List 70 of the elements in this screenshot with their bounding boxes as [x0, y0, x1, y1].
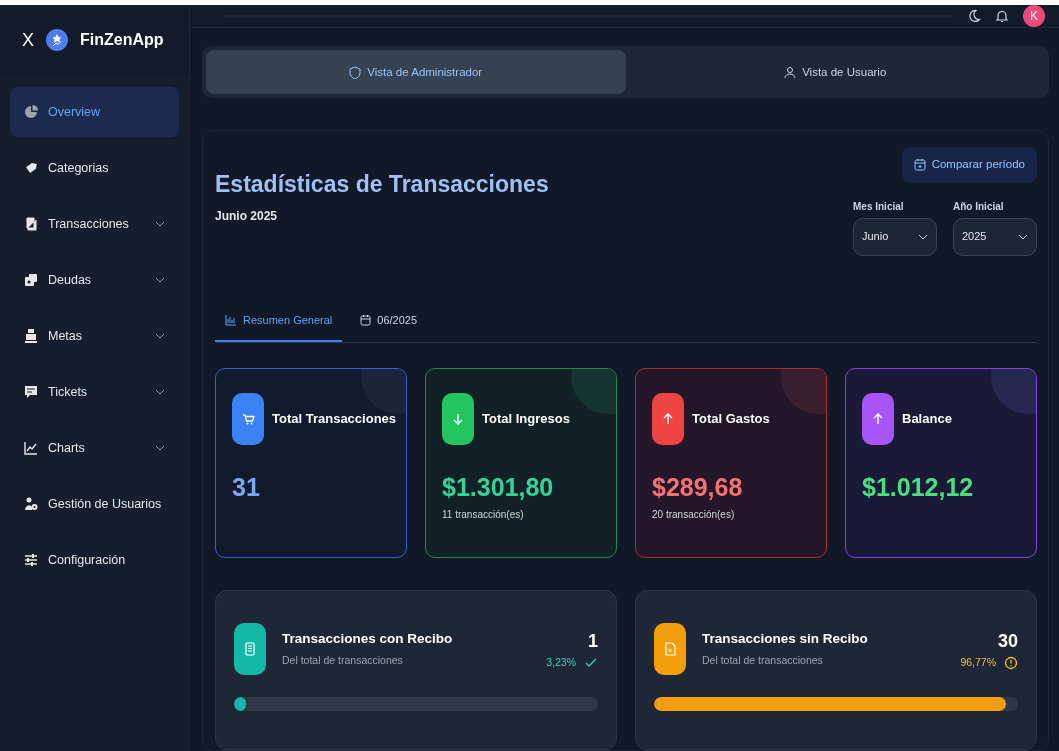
moon-icon[interactable]	[967, 9, 981, 24]
period-label: Junio 2025	[215, 207, 279, 225]
sidebar-item[interactable]: Overview	[10, 87, 179, 137]
filter-label: Año Inicial	[953, 199, 1005, 214]
stat-value: $1.301,80	[442, 472, 555, 503]
compare-period-button[interactable]: Comparar período	[901, 147, 1037, 183]
stat-value: $289,68	[652, 472, 744, 503]
book-icon	[24, 217, 38, 231]
card-title: Balance	[902, 410, 952, 429]
line-chart-icon	[24, 441, 38, 455]
pie-chart-icon	[24, 105, 38, 119]
sidebar-item[interactable]: Configuración	[10, 535, 179, 585]
sidebar-item[interactable]: Categorias	[10, 143, 179, 193]
sidebar-item[interactable]: Metas	[10, 311, 179, 361]
card-title: Total Gastos	[692, 410, 770, 429]
sidebar-item[interactable]: Transacciones	[10, 199, 179, 249]
chevron-down-icon	[155, 387, 165, 397]
user-icon	[784, 65, 797, 79]
chevron-down-icon	[155, 331, 165, 341]
sidebar-item[interactable]: Charts	[10, 423, 179, 473]
card-subtitle: Del total de transacciones	[282, 653, 404, 669]
sidebar-item[interactable]: Tickets	[10, 367, 179, 417]
receipt-icon	[243, 642, 257, 656]
user-avatar[interactable]: K	[1023, 5, 1045, 28]
sliders-icon	[24, 553, 38, 567]
view-tab[interactable]: Vista de Administrador	[206, 50, 626, 95]
card-title: Total Transacciones	[272, 410, 397, 429]
logo-icon	[46, 29, 68, 51]
stat-value: 31	[232, 472, 261, 503]
card-title: Transacciones sin Recibo	[702, 630, 869, 648]
card-title: Transacciones con Recibo	[282, 630, 454, 648]
cash-register-icon	[24, 329, 38, 343]
chevron-down-icon	[155, 443, 165, 453]
select-field[interactable]: Junio	[853, 217, 937, 256]
arrow-up-icon	[871, 412, 885, 426]
stat-value: $1.012,12	[862, 472, 975, 503]
bell-icon[interactable]	[995, 9, 1009, 24]
cart-icon	[241, 412, 255, 426]
page-title: Estadísticas de Transacciones	[215, 171, 549, 199]
tab[interactable]: 06/2025	[350, 299, 428, 342]
card-title: Total Ingresos	[482, 410, 570, 429]
percent-value: 3,23%	[546, 654, 576, 670]
arrow-up-icon	[661, 412, 675, 426]
calendar-icon	[360, 313, 372, 326]
brand-name: FinZenApp	[80, 30, 164, 50]
sidebar-item[interactable]: Deudas	[10, 255, 179, 305]
message-icon	[24, 385, 38, 399]
shield-icon	[349, 65, 362, 79]
chevron-down-icon	[155, 219, 165, 229]
view-tab[interactable]: Vista de Usuario	[625, 50, 1045, 95]
bar-chart-icon	[225, 313, 237, 326]
count-value: 1	[588, 629, 598, 653]
card-subtitle: Del total de transacciones	[702, 653, 824, 669]
filter-label: Mes Inicial	[853, 199, 905, 214]
warning-circle-icon	[1004, 655, 1018, 670]
stat-note: 11 transacción(es)	[442, 507, 525, 522]
sidebar-item[interactable]: Gestión de Usuarios	[10, 479, 179, 529]
chevron-down-icon	[155, 275, 165, 285]
tab[interactable]: Resumen General	[215, 299, 343, 342]
wallet-icon	[24, 273, 38, 287]
arrow-down-icon	[451, 412, 465, 426]
count-value: 30	[997, 629, 1018, 653]
stat-note: 20 transacción(es)	[652, 507, 736, 522]
tag-icon	[24, 161, 38, 175]
document-x-icon	[663, 642, 677, 656]
calendar-icon	[913, 158, 926, 172]
percent-value: 96,77%	[960, 654, 996, 670]
users-gear-icon	[24, 497, 38, 511]
select-field[interactable]: 2025	[953, 217, 1037, 256]
close-button[interactable]: X	[22, 26, 34, 54]
